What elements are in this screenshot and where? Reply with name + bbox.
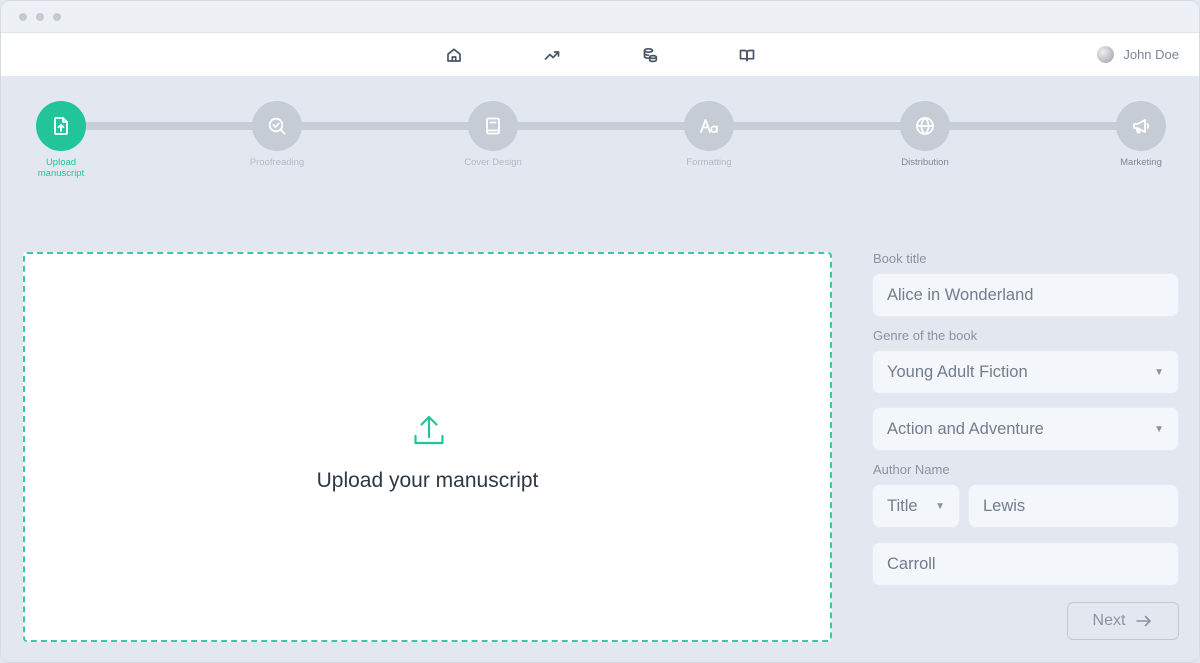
author-first-name-value: Lewis (983, 496, 1026, 515)
upload-icon (411, 412, 447, 448)
step-label: Distribution (901, 157, 949, 168)
arrow-right-icon (1136, 615, 1152, 627)
book-title-label: Book title (873, 251, 927, 266)
step-formatting[interactable]: Formatting (659, 101, 759, 168)
megaphone-icon (1116, 101, 1166, 151)
author-last-name-value: Carroll (887, 554, 936, 573)
window-maximize-dot[interactable] (53, 13, 61, 21)
window-close-dot[interactable] (19, 13, 27, 21)
chevron-down-icon: ▼ (1154, 366, 1164, 378)
step-distribution[interactable]: Distribution (875, 101, 975, 168)
file-upload-icon (36, 101, 86, 151)
genre-secondary-select[interactable]: Action and Adventure ▼ (872, 407, 1179, 451)
typography-icon (684, 101, 734, 151)
step-cover-design[interactable]: Cover Design (443, 101, 543, 168)
search-check-icon (252, 101, 302, 151)
step-label: Proofreading (249, 157, 305, 168)
stepper-track (63, 122, 1141, 130)
trending-up-icon[interactable] (542, 45, 562, 65)
step-label: Cover Design (464, 157, 522, 168)
book-open-icon[interactable] (737, 45, 757, 65)
book-icon (468, 101, 518, 151)
user-menu[interactable]: John Doe (1097, 46, 1179, 63)
author-name-label: Author Name (873, 462, 950, 477)
author-title-select[interactable]: Title ▼ (872, 484, 960, 528)
book-title-value: Alice in Wonderland (887, 285, 1034, 304)
step-marketing[interactable]: Marketing (1091, 101, 1191, 168)
app-window: John Doe Upload manuscript Proofreading … (0, 0, 1200, 663)
author-last-name-input[interactable]: Carroll (872, 542, 1179, 586)
genre-label: Genre of the book (873, 328, 978, 343)
home-icon[interactable] (444, 45, 464, 65)
step-proofreading[interactable]: Proofreading (227, 101, 327, 168)
window-titlebar (1, 1, 1199, 33)
chevron-down-icon: ▼ (935, 500, 945, 512)
next-button[interactable]: Next (1067, 602, 1179, 640)
chevron-down-icon: ▼ (1154, 423, 1164, 435)
genre-secondary-value: Action and Adventure (887, 419, 1044, 438)
step-label: Marketing (1120, 157, 1162, 168)
window-minimize-dot[interactable] (36, 13, 44, 21)
step-upload-manuscript[interactable]: Upload manuscript (11, 101, 111, 179)
author-title-value: Title (887, 496, 918, 515)
globe-icon (900, 101, 950, 151)
database-icon[interactable] (640, 45, 660, 65)
step-label: Upload manuscript (37, 157, 85, 179)
genre-primary-select[interactable]: Young Adult Fiction ▼ (872, 350, 1179, 394)
genre-primary-value: Young Adult Fiction (887, 362, 1028, 381)
next-button-label: Next (1092, 612, 1126, 629)
step-label: Formatting (686, 157, 732, 168)
upload-dropzone[interactable]: Upload your manuscript (23, 252, 832, 642)
user-name: John Doe (1123, 47, 1179, 62)
upload-prompt: Upload your manuscript (316, 469, 539, 492)
avatar (1097, 46, 1115, 63)
author-first-name-input[interactable]: Lewis (968, 484, 1179, 528)
app-header: John Doe (1, 33, 1199, 77)
book-title-input[interactable]: Alice in Wonderland (872, 273, 1179, 317)
